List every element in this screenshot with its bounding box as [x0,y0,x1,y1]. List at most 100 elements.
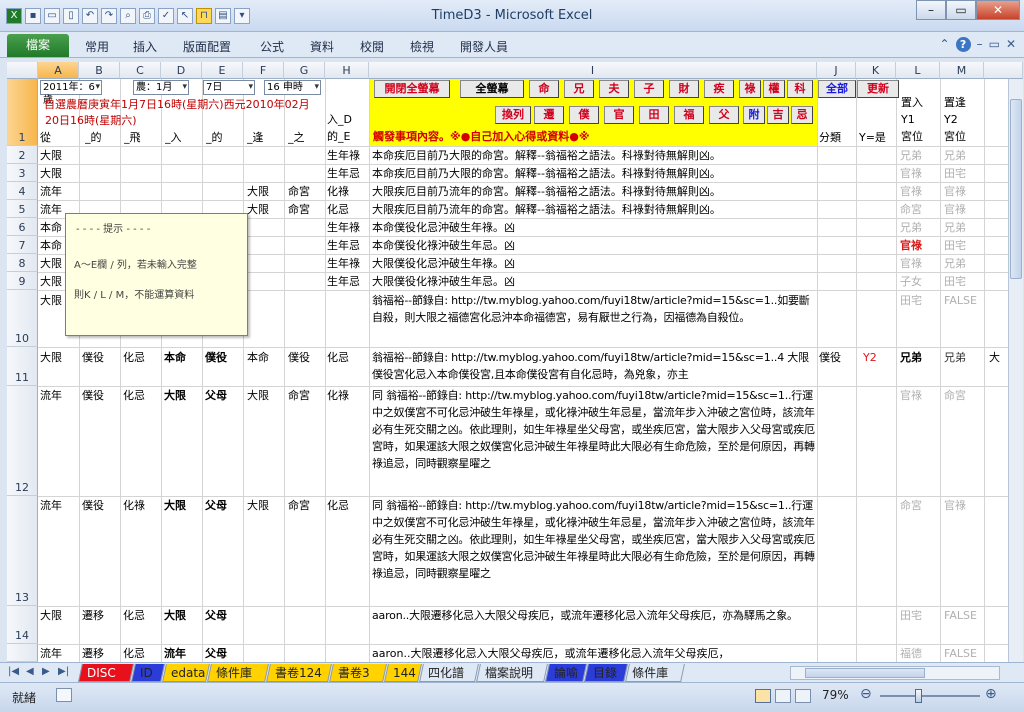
row-header-8[interactable]: 8 [7,254,38,272]
sheet-tab-5[interactable]: 書卷124 [266,664,332,682]
restore-workbook-icon[interactable]: ▭ [989,37,1000,52]
cell-l14[interactable]: 田宅 [900,608,940,624]
palace-life-button[interactable]: 命 [529,80,559,98]
cell-b12[interactable]: 僕役 [82,388,119,404]
cell-m7[interactable]: 田宅 [944,238,984,254]
cell-i10[interactable]: 翁福裕--節錄自: http://tw.myblog.yahoo.com/fuy… [372,292,816,346]
column-header-e[interactable]: E [202,62,243,79]
sheet-tab-4[interactable]: 條件庫 [207,664,269,682]
sheet-tab-6[interactable]: 書卷3 [329,664,387,682]
ji-button[interactable]: 忌 [791,106,813,124]
cell-h3[interactable]: 生年忌 [327,166,369,182]
sheet-tab-7[interactable]: 144 [384,664,422,682]
maximize-button[interactable]: ▭ [946,0,976,20]
all-button[interactable]: 全部 [818,80,856,98]
cell-m14[interactable]: FALSE [944,608,984,624]
row-header-3[interactable]: 3 [7,164,38,182]
cell-m8[interactable]: 兄弟 [944,256,984,272]
cell-l8[interactable]: 官祿 [900,256,940,272]
row-header-6[interactable]: 6 [7,218,38,236]
cell-l11[interactable]: 兄弟 [900,350,940,366]
cell-h4[interactable]: 化祿 [327,184,369,200]
column-header-l[interactable]: L [896,62,940,79]
day-dropdown[interactable]: 7日 [203,80,255,95]
sheet-tab-3[interactable]: edata [162,664,210,682]
cell-g11[interactable]: 僕役 [288,350,324,366]
cell-m5[interactable]: 官祿 [944,202,984,218]
cell-i12[interactable]: 同 翁福裕--節錄自: http://tw.myblog.yahoo.com/f… [372,387,816,495]
cell-f12[interactable]: 大限 [247,388,283,404]
vertical-scrollbar[interactable] [1008,79,1023,662]
zoom-in-icon[interactable]: ⊕ [985,686,997,702]
vertical-scroll-thumb[interactable] [1010,99,1022,279]
tab-formulas[interactable]: 公式 [260,38,284,55]
cell-m2[interactable]: 兄弟 [944,148,984,164]
cell-m4[interactable]: 官祿 [944,184,984,200]
cell-i3[interactable]: 本命疾厄目前乃大限的命宮。解釋--翁福裕之語法。科祿對待無解則凶。 [372,166,816,182]
cell-a4[interactable]: 流年 [40,184,78,200]
cell-e12[interactable]: 父母 [205,388,242,404]
cell-c13[interactable]: 化祿 [123,498,160,514]
cell-g12[interactable]: 命宮 [288,388,324,404]
cell-m15[interactable]: FALSE [944,646,984,662]
row-header-9[interactable]: 9 [7,272,38,290]
palace-siblings-button[interactable]: 兄 [564,80,594,98]
cell-l3[interactable]: 官祿 [900,166,940,182]
select-all-corner[interactable] [7,62,38,79]
cell-h12[interactable]: 化祿 [327,388,369,404]
cell-d14[interactable]: 大限 [164,608,201,624]
tab-page-layout[interactable]: 版面配置 [183,38,231,55]
collapse-ribbon-icon[interactable]: ⌃ [940,37,950,52]
sheet-tab-8[interactable]: 四化譜 [419,664,479,682]
row-header-4[interactable]: 4 [7,182,38,200]
cell-a2[interactable]: 大限 [40,148,78,164]
cell-a11[interactable]: 大限 [40,350,78,366]
tab-file[interactable]: 檔案 [7,34,69,57]
page-break-view-icon[interactable] [795,689,811,703]
horizontal-scrollbar[interactable] [790,666,1000,680]
palace-health-button[interactable]: 疾 [704,80,734,98]
tab-home[interactable]: 常用 [85,38,109,55]
sheet-tab-2[interactable]: ID [131,664,165,682]
cell-i11[interactable]: 翁福裕--節錄自: http://tw.myblog.yahoo.com/fuy… [372,349,816,385]
cell-m10[interactable]: FALSE [944,293,984,309]
sheet-tab-10[interactable]: 論喻 [545,664,587,682]
cell-i14[interactable]: aaron..大限遷移化忌入大限父母疾厄，或流年遷移化忌入流年父母疾厄，亦為驛馬… [372,607,816,643]
prev-sheet-icon[interactable]: ◀ [26,666,34,677]
cell-h2[interactable]: 生年祿 [327,148,369,164]
change-row-button[interactable]: 換列 [495,106,531,124]
column-header-a[interactable]: A [38,62,79,79]
page-layout-view-icon[interactable] [775,689,791,703]
worksheet[interactable]: A B C D E F G H I J K L M 1 2 3 4 5 6 7 … [7,62,1023,662]
cell-l4[interactable]: 官祿 [900,184,940,200]
cell-e15[interactable]: 父母 [205,646,242,662]
column-header-n[interactable] [984,62,1023,79]
cell-a13[interactable]: 流年 [40,498,78,514]
minimize-button[interactable]: – [916,0,946,20]
cell-h9[interactable]: 生年忌 [327,274,369,290]
macro-record-icon[interactable] [56,688,72,702]
cell-b13[interactable]: 僕役 [82,498,119,514]
palace-career-button[interactable]: 官 [604,106,634,124]
cell-a8[interactable]: 大限 [40,256,64,272]
close-button[interactable]: ✕ [976,0,1020,20]
toggle-fullscreen-button[interactable]: 開閉全螢幕 [374,80,450,98]
row-header-2[interactable]: 2 [7,146,38,164]
cell-i8[interactable]: 大限僕役化忌沖破生年祿。凶 [372,256,816,272]
cell-m13[interactable]: 官祿 [944,498,984,514]
column-header-d[interactable]: D [161,62,202,79]
cell-a14[interactable]: 大限 [40,608,78,624]
cell-g5[interactable]: 命宮 [288,202,324,218]
sheet-tab-11[interactable]: 目錄 [584,664,628,682]
tab-developer[interactable]: 開發人員 [460,38,508,55]
palace-parents-button[interactable]: 父 [709,106,739,124]
cell-l12[interactable]: 官祿 [900,388,940,404]
cell-f11[interactable]: 本命 [247,350,283,366]
palace-property-button[interactable]: 田 [639,106,669,124]
close-workbook-icon[interactable]: ✕ [1006,37,1016,52]
column-header-j[interactable]: J [817,62,856,79]
cell-m3[interactable]: 田宅 [944,166,984,182]
sheet-tab-1[interactable]: DISC [78,664,134,682]
cell-h6[interactable]: 生年祿 [327,220,369,236]
cell-l13[interactable]: 命宮 [900,498,940,514]
